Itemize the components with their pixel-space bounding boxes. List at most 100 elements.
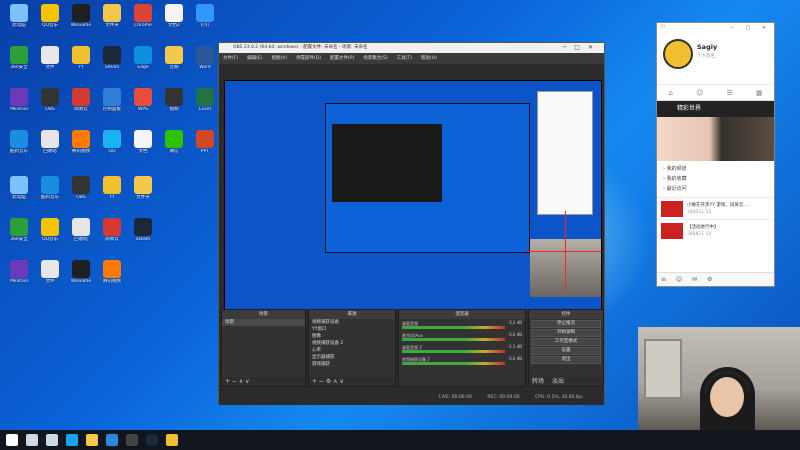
desktop-icon[interactable]: Mkvtool (4, 88, 34, 128)
control-button[interactable]: 设置 (531, 347, 601, 355)
explorer-icon[interactable] (86, 434, 98, 446)
desktop-icon[interactable]: 360安全 (4, 218, 34, 258)
control-button[interactable]: 停止推流 (531, 320, 601, 328)
desktop-icon[interactable]: PPT (190, 130, 220, 170)
desktop-icon[interactable]: QQ音乐 (35, 4, 65, 44)
mixer-channel[interactable]: 视频捕获设备 2 0.0 dB (399, 355, 525, 367)
desktop-icon[interactable]: WeGame (66, 260, 96, 300)
desktop-icon[interactable]: 腾讯视频 (97, 260, 127, 300)
desktop-icon[interactable]: 回收站 (66, 218, 96, 258)
volume-meter[interactable] (402, 338, 505, 341)
desktop-icon[interactable]: Edge (128, 46, 158, 86)
menu-item[interactable]: 场景集合(S) (363, 56, 387, 61)
desktop-icon[interactable]: Steam (97, 46, 127, 86)
desktop-icon[interactable]: 文档 (128, 130, 158, 170)
home-icon[interactable]: ⌂ (669, 89, 673, 97)
desktop-icon[interactable]: 网易云 (66, 88, 96, 128)
mixer-channel[interactable]: 麦克风/Aux 0.0 dB (399, 331, 525, 343)
desktop-icon[interactable]: WPS (128, 88, 158, 128)
window-controls[interactable]: ─□✕ (563, 43, 601, 53)
source-item[interactable]: 心率 (309, 347, 395, 354)
sources-toolbar[interactable]: + − ⚙ ∧ ∨ (309, 377, 395, 386)
transition-value[interactable]: 淡出 (552, 378, 564, 385)
desktop-icon[interactable]: 音频 (159, 46, 189, 86)
desktop-icon[interactable]: 此电脑 (4, 4, 34, 44)
obs-titlebar[interactable]: OBS 23.0.2 (64-bit, windows) - 配置文件: 未命名… (219, 43, 604, 53)
desktop-icon[interactable]: 钉钉 (190, 4, 220, 44)
desktop-icon[interactable]: QQ音乐 (35, 218, 65, 258)
source-item[interactable]: 图像 (309, 333, 395, 340)
yy-menu-item[interactable]: › 我的收藏 (663, 174, 768, 184)
channel-icon[interactable]: ☰ (726, 89, 732, 97)
yy-bottom-bar[interactable]: ≡ ☺ ✉ ⚙ (657, 272, 774, 286)
control-button[interactable]: 开始录制 (531, 329, 601, 337)
search-icon[interactable] (26, 434, 38, 446)
source-item[interactable]: 视频捕获设备 2 (309, 340, 395, 347)
desktop-icon[interactable]: 文件 (35, 260, 65, 300)
source-item[interactable]: 视频捕获设备 (309, 319, 395, 326)
room-item[interactable]: 【活动进行中】 348871 15 (657, 219, 774, 241)
mixer-channel[interactable]: 桌面音频 -3.2 dB (399, 319, 525, 331)
volume-meter[interactable] (402, 326, 505, 329)
yy-banner-image[interactable] (657, 117, 774, 161)
obs-window[interactable]: OBS 23.0.2 (64-bit, windows) - 配置文件: 未命名… (218, 42, 605, 405)
yy-icon[interactable] (166, 434, 178, 446)
source-item[interactable]: YY窗口 (309, 326, 395, 333)
menu-item[interactable]: 配置文件(P) (330, 56, 354, 61)
desktop-icon[interactable]: 文档2 (159, 4, 189, 44)
desktop-icon[interactable]: 此电脑 (4, 176, 34, 216)
avatar[interactable] (663, 39, 693, 69)
menu-item[interactable]: 视图(V) (271, 56, 287, 61)
edge-icon[interactable] (66, 434, 78, 446)
desktop-icon[interactable]: YY (66, 46, 96, 86)
obs-preview[interactable] (224, 80, 602, 333)
user-signature[interactable]: 个人签名 (697, 53, 715, 59)
menu-item[interactable]: 文件(F) (223, 56, 238, 61)
desktop-icon[interactable]: OBS (35, 88, 65, 128)
apps-icon[interactable]: ▦ (756, 89, 763, 97)
taskview-icon[interactable] (46, 434, 58, 446)
yy-menu-item[interactable]: › 最近访问 (663, 184, 768, 194)
yy-menu-item[interactable]: › 我的频道 (663, 164, 768, 174)
desktop-icon[interactable]: 网易云 (97, 218, 127, 258)
desktop-icon[interactable]: 酷狗音乐 (4, 130, 34, 170)
mixer-channel[interactable]: 桌面音频 2 -1.1 dB (399, 343, 525, 355)
contacts-icon[interactable]: ☺ (696, 89, 703, 97)
desktop-icon[interactable]: Mkvtool (4, 260, 34, 300)
desktop-icon[interactable]: 控制面板 (97, 88, 127, 128)
control-button[interactable]: 工作室模式 (531, 338, 601, 346)
desktop-icon[interactable]: Excel (190, 88, 220, 128)
desktop-icon[interactable]: 文件夹 (97, 4, 127, 44)
desktop-icon[interactable]: 回收站 (35, 130, 65, 170)
steam-icon[interactable] (146, 434, 158, 446)
desktop-icon[interactable]: 酷狗音乐 (35, 176, 65, 216)
desktop-icon[interactable]: WeGame (66, 4, 96, 44)
desktop-icon[interactable]: 视频 (159, 88, 189, 128)
desktop-icon[interactable]: Steam (128, 218, 158, 258)
source-item[interactable]: 游戏捕获 (309, 361, 395, 368)
desktop-icon[interactable]: QQ (97, 130, 127, 170)
scenes-toolbar[interactable]: + − ∧ ∨ (222, 377, 305, 386)
desktop-icon[interactable]: 微信 (159, 130, 189, 170)
desktop-icon[interactable]: 文件 (35, 46, 65, 86)
volume-meter[interactable] (402, 350, 505, 353)
start-icon[interactable] (6, 434, 18, 446)
store-icon[interactable] (106, 434, 118, 446)
transition-row[interactable]: 转场 淡出 (529, 377, 603, 386)
control-button[interactable]: 退出 (531, 356, 601, 364)
menu-item[interactable]: 停靠部件(D) (296, 56, 321, 61)
source-item[interactable]: 显示器捕获 (309, 354, 395, 361)
yy-panel[interactable]: YY ─ □ ✕ Sagiy 个人签名 ⌂ ☺ ☰ ▦ 精彩世界 › 我的频道 ›… (656, 22, 775, 287)
yy-banner[interactable]: 精彩世界 (657, 101, 774, 117)
desktop-icon[interactable]: 文件夹 (128, 176, 158, 216)
menu-item[interactable]: 帮助(H) (421, 56, 437, 61)
volume-meter[interactable] (402, 362, 505, 365)
yy-window-controls[interactable]: ─ □ ✕ (731, 25, 771, 31)
room-item[interactable]: 小静在开黑YY 游戏、同屏云 ... 348511 15 (657, 197, 774, 219)
menu-item[interactable]: 编辑(E) (247, 56, 262, 61)
scene-item[interactable]: 场景 (222, 319, 305, 326)
desktop-icon[interactable]: Chrome (128, 4, 158, 44)
menu-item[interactable]: 工具(T) (397, 56, 412, 61)
desktop-icon[interactable]: 360安全 (4, 46, 34, 86)
desktop-icon[interactable]: YY (97, 176, 127, 216)
